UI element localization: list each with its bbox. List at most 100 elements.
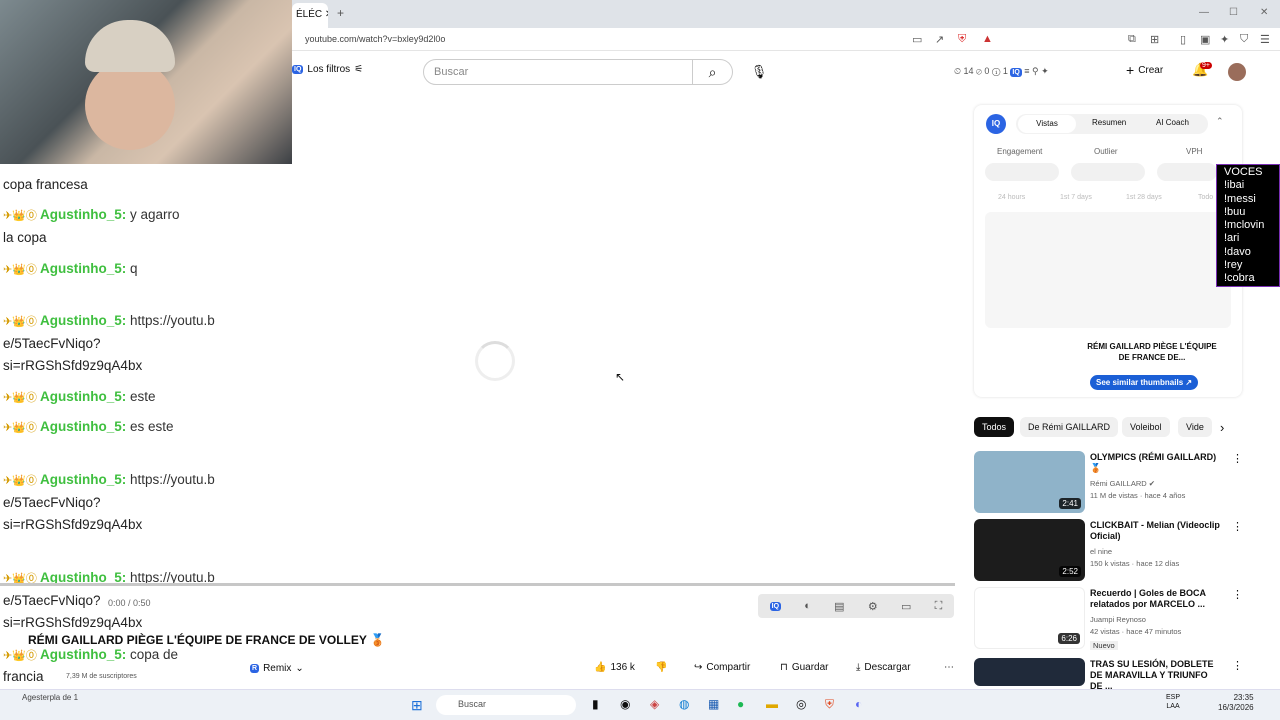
views-chart-placeholder	[985, 212, 1231, 328]
chat-message: si=rRGShSfd9z9qA4bx	[3, 514, 142, 536]
brave-shield-icon[interactable]: ⛨	[958, 33, 966, 46]
chip-vide[interactable]: Vide	[1178, 417, 1212, 437]
vpn-icon[interactable]: ⛉	[1240, 33, 1248, 46]
theater-mode-icon[interactable]: ▭	[901, 600, 911, 613]
chip-remi[interactable]: De Rémi GAILLARD	[1020, 417, 1119, 437]
tab-vistas[interactable]: Vistas	[1018, 115, 1076, 133]
store-icon[interactable]: ▦	[708, 697, 719, 711]
taskbar-search[interactable]: Buscar	[436, 695, 576, 715]
more-options-icon[interactable]: ⋮	[1232, 659, 1243, 672]
related-channel[interactable]: Rémi GAILLARD ✔	[1090, 479, 1155, 488]
related-title[interactable]: Recuerdo | Goles de BOCA relatados por M…	[1090, 588, 1220, 610]
create-button[interactable]: + Crear	[1126, 62, 1163, 78]
app-icon[interactable]: ◈	[650, 697, 659, 711]
chat-username: Agustinho_5:	[39, 389, 127, 404]
more-options-icon[interactable]: ⋮	[1232, 588, 1243, 601]
related-title[interactable]: OLYMPICS (RÉMI GAILLARD) 🥉	[1090, 452, 1220, 474]
autoplay-toggle-icon[interactable]: ◐	[804, 600, 811, 612]
chat-text: e/5TaecFvNiqo?	[3, 495, 101, 510]
related-title[interactable]: TRAS SU LESIÓN, DOBLETE DE MARAVILLA Y T…	[1090, 659, 1220, 692]
clock[interactable]: 23:35 16/3/2026	[1218, 693, 1254, 713]
windows-start-icon[interactable]: ⊞	[411, 697, 423, 714]
search-button[interactable]: ⌕	[693, 59, 733, 85]
range-28d[interactable]: 1st 28 days	[1126, 194, 1162, 201]
more-options-icon[interactable]: ⋮	[1232, 520, 1243, 533]
vidiq-player-icon[interactable]: IQ	[769, 601, 782, 611]
url-text[interactable]: youtube.com/watch?v=bxley9d2l0o	[305, 34, 445, 44]
rewards-icon[interactable]: ▲	[982, 33, 993, 45]
mic-icon: 🎙	[750, 64, 768, 79]
video-progress-bar[interactable]	[0, 583, 955, 586]
range-24h[interactable]: 24 hours	[998, 194, 1025, 201]
related-title[interactable]: CLICKBAIT - Melian (Videoclip Oficial)	[1090, 520, 1220, 542]
related-channel[interactable]: Juampi Reynoso	[1090, 615, 1146, 624]
extensions-icon[interactable]: ⧉	[1128, 33, 1136, 46]
edge-icon[interactable]: ◍	[679, 697, 689, 711]
new-tab-button[interactable]: +	[337, 6, 344, 20]
menu-icon[interactable]: ☰	[1260, 33, 1270, 46]
see-similar-thumbnails-button[interactable]: See similar thumbnails ↗	[1090, 375, 1199, 390]
sidebar-icon[interactable]: ▯	[1180, 33, 1186, 46]
download-button[interactable]: ⤓ Descargar	[856, 662, 911, 673]
browser-tab-active[interactable]: ÉLÉC ✕	[292, 3, 328, 28]
related-thumbnail[interactable]: 6:26	[974, 587, 1085, 649]
more-options-icon[interactable]: ⋮	[1232, 452, 1243, 465]
wallet-icon[interactable]: ▣	[1200, 33, 1210, 46]
chip-todos[interactable]: Todos	[974, 417, 1015, 437]
avatar[interactable]	[1228, 63, 1246, 81]
vidiq-icon[interactable]: IQ	[1010, 68, 1022, 77]
vidiq-filters-button[interactable]: IQ Los filtros ⚟	[292, 64, 363, 75]
related-meta: 11 M de vistas · hace 4 años	[1090, 491, 1186, 500]
range-all[interactable]: Todo	[1198, 194, 1213, 201]
subtitles-icon[interactable]: ▤	[834, 600, 844, 613]
chip-voleibol[interactable]: Voleibol	[1122, 417, 1170, 437]
settings-gear-icon[interactable]: ⚙	[868, 600, 878, 613]
fullscreen-icon[interactable]: ⛶	[935, 600, 943, 613]
tab-title: ÉLÉC	[296, 9, 323, 20]
brave-icon[interactable]: ⛨	[825, 697, 834, 712]
task-view-icon[interactable]: ▮	[592, 697, 599, 711]
related-channel[interactable]: el nine	[1090, 547, 1112, 556]
share-icon[interactable]: ↗	[935, 33, 944, 46]
discord-icon[interactable]: ◐	[855, 697, 862, 711]
related-thumbnail[interactable]	[974, 658, 1085, 686]
obs-icon[interactable]: ◉	[620, 697, 630, 711]
maximize-button[interactable]: ☐	[1229, 7, 1238, 18]
spotify-icon[interactable]: ●	[737, 697, 744, 711]
chevron-right-icon[interactable]: ›	[1220, 420, 1224, 435]
remix-button[interactable]: R Remix ⌄	[250, 663, 304, 674]
chat-username: Agustinho_5:	[39, 207, 127, 222]
chat-message: si=rRGShSfd9z9qA4bx	[3, 612, 142, 634]
remix-icon: R	[250, 664, 260, 673]
ai-icon[interactable]: ✦	[1220, 33, 1229, 46]
puzzle-icon[interactable]: ⊞	[1150, 33, 1159, 46]
voces-command: !messi	[1224, 192, 1256, 205]
folder-icon[interactable]: ▬	[766, 697, 778, 711]
share-button[interactable]: ↪ Compartir	[694, 662, 750, 673]
dislike-button[interactable]: 👎	[655, 662, 667, 673]
collapse-icon[interactable]: ⌃	[1216, 116, 1224, 127]
remix-label: Remix	[263, 663, 292, 674]
search-input[interactable]: Buscar	[423, 59, 693, 85]
chat-text: es este	[126, 419, 174, 434]
tab-resumen[interactable]: Resumen	[1092, 118, 1126, 127]
related-thumbnail[interactable]: 2:52	[974, 519, 1085, 581]
like-button[interactable]: 👍 136 k	[594, 662, 635, 673]
save-button[interactable]: ⊓ Guardar	[780, 662, 829, 673]
steam-icon[interactable]: ◎	[796, 697, 806, 711]
related-thumbnail[interactable]: 2:41	[974, 451, 1085, 513]
cast-icon[interactable]: ▭	[912, 33, 922, 46]
close-tab-icon[interactable]: ✕	[325, 9, 328, 20]
range-7d[interactable]: 1st 7 days	[1060, 194, 1092, 201]
clock-date: 16/3/2026	[1218, 703, 1254, 712]
tab-ai-coach[interactable]: AI Coach	[1156, 118, 1189, 127]
close-window-button[interactable]: ✕	[1260, 7, 1268, 18]
language-indicator[interactable]: ESP LAA	[1166, 693, 1180, 711]
metric-placeholder	[985, 163, 1059, 181]
chat-text: si=rRGShSfd9z9qA4bx	[3, 615, 143, 630]
voces-command: !ibai	[1224, 179, 1245, 192]
voice-search-button[interactable]: 🎙	[748, 59, 770, 85]
more-actions-button[interactable]: ⋯	[944, 662, 954, 673]
chat-badges-icon: ✈👑⓪	[3, 264, 40, 276]
minimize-button[interactable]: —	[1199, 7, 1209, 18]
